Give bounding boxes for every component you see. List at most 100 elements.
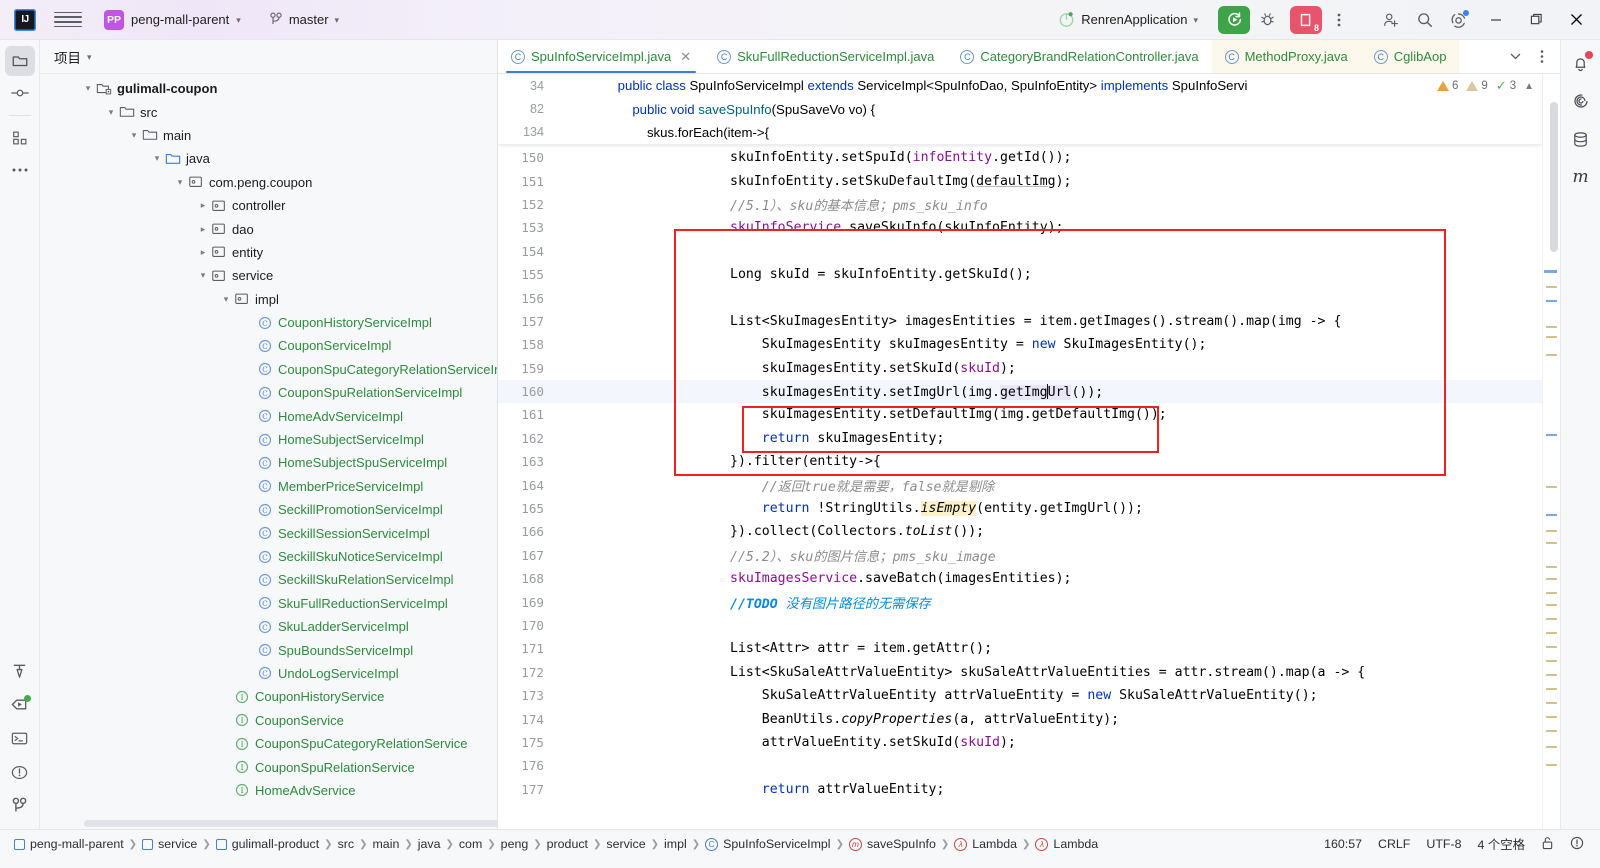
breadcrumb-item[interactable]: m saveSpuInfo xyxy=(845,836,940,852)
maximize-window-button[interactable] xyxy=(1516,1,1556,39)
project-tool-button[interactable] xyxy=(4,46,35,76)
settings-button[interactable] xyxy=(1444,6,1474,34)
inspection-widget[interactable]: 6 9 ✓ 3 ▲ xyxy=(1436,78,1534,94)
breadcrumb-item[interactable]: λ Lambda xyxy=(1031,836,1102,852)
editor-tab-cglibaop[interactable]: C CglibAop xyxy=(1360,40,1460,73)
lock-icon[interactable] xyxy=(1541,836,1554,853)
breadcrumb-item[interactable]: gulimall-product xyxy=(212,836,323,852)
terminal-tool-button[interactable] xyxy=(5,723,35,753)
tree-node-impl[interactable]: ▾ impl xyxy=(40,288,497,311)
run-configuration-selector[interactable]: RenrenApplication ▾ xyxy=(1050,8,1206,31)
rerun-button[interactable] xyxy=(1218,5,1250,34)
code-line[interactable]: 176 xyxy=(498,754,1542,777)
more-tool-windows-button[interactable] xyxy=(5,155,35,185)
code-line[interactable]: 159 skuImagesEntity.setSkuId(skuId); xyxy=(498,357,1542,380)
chevron-right-icon[interactable]: ▸ xyxy=(196,200,210,211)
add-collaborator-button[interactable] xyxy=(1376,6,1406,34)
code-line[interactable]: 157 List<SkuImagesEntity> imagesEntities… xyxy=(498,310,1542,333)
editor-marker-bar[interactable] xyxy=(1542,74,1560,829)
code-line[interactable]: 168 skuImagesService.saveBatch(imagesEnt… xyxy=(498,567,1542,590)
code-line[interactable]: 82 public void saveSpuInfo(SpuSaveVo vo)… xyxy=(498,97,1542,120)
notifications-button[interactable] xyxy=(1566,48,1596,78)
code-line[interactable]: 172 List<SkuSaleAttrValueEntity> skuSale… xyxy=(498,661,1542,684)
code-line[interactable]: 134 skus.forEach(item->{ xyxy=(498,121,1542,144)
breadcrumb-item[interactable]: product xyxy=(543,836,592,852)
breadcrumb-item[interactable]: peng xyxy=(497,836,533,852)
code-line[interactable]: 165 return !StringUtils.isEmpty(entity.g… xyxy=(498,497,1542,520)
tree-node-couponservice[interactable]: I CouponService xyxy=(40,709,497,732)
chevron-right-icon[interactable]: ▸ xyxy=(196,247,210,258)
build-tool-button[interactable] xyxy=(5,655,35,685)
editor-scrollbar-thumb[interactable] xyxy=(1550,102,1558,252)
code-line[interactable]: 161 skuImagesEntity.setDefaultImg(img.ge… xyxy=(498,403,1542,426)
more-options-button[interactable] xyxy=(1324,6,1354,34)
chevron-down-icon[interactable]: ▾ xyxy=(81,83,95,94)
code-line[interactable]: 177 return attrValueEntity; xyxy=(498,778,1542,801)
version-control-tool-button[interactable] xyxy=(5,791,35,821)
chevron-down-icon[interactable]: ▾ xyxy=(150,153,164,164)
code-line[interactable]: 156 xyxy=(498,286,1542,309)
code-line[interactable]: 155 Long skuId = skuInfoEntity.getSkuId(… xyxy=(498,263,1542,286)
code-line[interactable]: 34 public class SpuInfoServiceImpl exten… xyxy=(498,74,1542,97)
tree-node-main[interactable]: ▾ main xyxy=(40,124,497,147)
breadcrumb-item[interactable]: peng-mall-parent xyxy=(10,836,128,852)
tree-node-controller[interactable]: ▸ controller xyxy=(40,194,497,217)
project-tree-horizontal-scrollbar[interactable] xyxy=(84,820,497,827)
tree-node-entity[interactable]: ▸ entity xyxy=(40,241,497,264)
editor-tab-spuinfoserviceimpl-java[interactable]: C SpuInfoServiceImpl.java ✕ xyxy=(498,40,704,73)
code-line[interactable]: 158 SkuImagesEntity skuImagesEntity = ne… xyxy=(498,333,1542,356)
editor-tab-categorybrandrelationcontroller-java[interactable]: C CategoryBrandRelationController.java xyxy=(947,40,1211,73)
chevron-down-icon[interactable]: ▾ xyxy=(196,270,210,281)
code-line[interactable]: 151 skuInfoEntity.setSkuDefaultImg(defau… xyxy=(498,169,1542,192)
tab-options-button[interactable] xyxy=(1532,45,1552,69)
breadcrumb-item[interactable]: impl xyxy=(660,836,691,852)
structure-tool-button[interactable] xyxy=(5,123,35,153)
code-line[interactable]: 162 return skuImagesEntity; xyxy=(498,427,1542,450)
breadcrumb-item[interactable]: C SpuInfoServiceImpl xyxy=(701,836,834,852)
tab-list-button[interactable] xyxy=(1504,45,1526,69)
tree-node-couponspurelationservice[interactable]: I CouponSpuRelationService xyxy=(40,755,497,778)
indent-setting[interactable]: 4 个空格 xyxy=(1477,835,1525,853)
tree-node-com-peng-coupon[interactable]: ▾ com.peng.coupon xyxy=(40,171,497,194)
code-line[interactable]: 153 skuInfoService.saveSkuInfo(skuInfoEn… xyxy=(498,216,1542,239)
code-line[interactable]: 173 SkuSaleAttrValueEntity attrValueEnti… xyxy=(498,684,1542,707)
tree-node-homesubjectspuserviceimpl[interactable]: C HomeSubjectSpuServiceImpl xyxy=(40,451,497,474)
tree-node-skuladderserviceimpl[interactable]: C SkuLadderServiceImpl xyxy=(40,615,497,638)
tree-node-couponspucategoryrelationserviceimpl[interactable]: C CouponSpuCategoryRelationServiceImpl xyxy=(40,358,497,381)
close-window-button[interactable] xyxy=(1556,1,1596,39)
breadcrumb-item[interactable]: src xyxy=(334,836,359,852)
project-panel-header[interactable]: 项目 ▾ xyxy=(40,40,497,74)
tree-node-dao[interactable]: ▸ dao xyxy=(40,217,497,240)
tree-node-homesubjectserviceimpl[interactable]: C HomeSubjectServiceImpl xyxy=(40,428,497,451)
project-tree[interactable]: ▾ gulimall-coupon ▾ src ▾ main ▾ java ▾ com.peng.… xyxy=(40,74,497,829)
breadcrumb-item[interactable]: com xyxy=(455,836,486,852)
caret-position[interactable]: 160:57 xyxy=(1324,837,1362,851)
tree-node-seckillskurelationserviceimpl[interactable]: C SeckillSkuRelationServiceImpl xyxy=(40,568,497,591)
tree-node-seckillskunoticeserviceimpl[interactable]: C SeckillSkuNoticeServiceImpl xyxy=(40,545,497,568)
code-line[interactable]: 169 //TODO 没有图片路径的无需保存 xyxy=(498,590,1542,613)
chevron-down-icon[interactable]: ▾ xyxy=(104,107,118,118)
code-line[interactable]: 175 attrValueEntity.setSkuId(skuId); xyxy=(498,731,1542,754)
tree-node-gulimall-coupon[interactable]: ▾ gulimall-coupon xyxy=(40,77,497,100)
minimize-window-button[interactable] xyxy=(1476,1,1516,39)
main-menu-icon[interactable] xyxy=(54,7,82,33)
tree-node-couponhistoryserviceimpl[interactable]: C CouponHistoryServiceImpl xyxy=(40,311,497,334)
code-line[interactable]: 160 skuImagesEntity.setImgUrl(img.getImg… xyxy=(498,379,1542,404)
project-selector[interactable]: PP peng-mall-parent ▾ xyxy=(100,7,248,33)
chevron-down-icon[interactable]: ▾ xyxy=(173,177,187,188)
code-line[interactable]: 164 //返回true就是需要，false就是剔除 xyxy=(498,473,1542,496)
branch-selector[interactable]: master ▾ xyxy=(262,9,346,30)
tree-node-couponspurelationserviceimpl[interactable]: C CouponSpuRelationServiceImpl xyxy=(40,381,497,404)
maven-tool-button[interactable]: m xyxy=(1566,162,1596,192)
tree-node-skufullreductionserviceimpl[interactable]: C SkuFullReductionServiceImpl xyxy=(40,592,497,615)
chevron-right-icon[interactable]: ▸ xyxy=(196,224,210,235)
tree-node-java[interactable]: ▾ java xyxy=(40,147,497,170)
chevron-up-icon[interactable]: ▲ xyxy=(1524,81,1534,92)
close-tab-icon[interactable]: ✕ xyxy=(680,49,691,65)
code-line[interactable]: 150 skuInfoEntity.setSpuId(infoEntity.ge… xyxy=(498,146,1542,169)
tree-node-seckillsessionserviceimpl[interactable]: C SeckillSessionServiceImpl xyxy=(40,521,497,544)
breadcrumb-item[interactable]: λ Lambda xyxy=(950,836,1021,852)
editor-tab-methodproxy-java[interactable]: C MethodProxy.java xyxy=(1211,40,1361,73)
tree-node-spuboundsserviceimpl[interactable]: C SpuBoundsServiceImpl xyxy=(40,638,497,661)
tree-node-couponhistoryservice[interactable]: I CouponHistoryService xyxy=(40,685,497,708)
